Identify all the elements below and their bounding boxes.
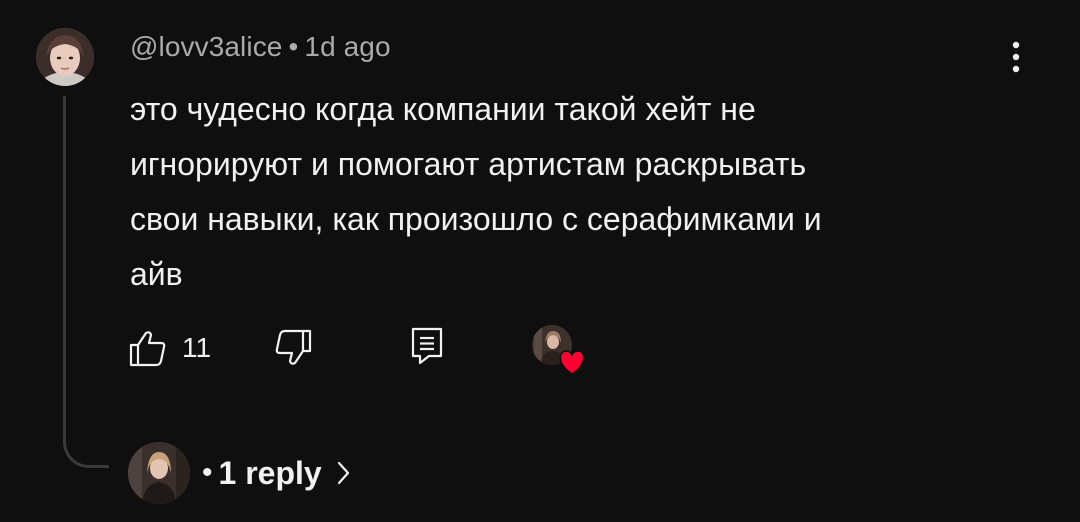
replies-count-label[interactable]: 1 reply <box>219 455 322 492</box>
reply-thread-line <box>63 96 109 468</box>
thumb-down-icon <box>275 329 312 365</box>
comment-text: это чудесно когда компании такой хейт не… <box>130 91 822 292</box>
reply-button[interactable] <box>410 326 444 366</box>
view-replies-button[interactable]: • 1 reply <box>128 442 352 504</box>
dislike-button[interactable] <box>273 328 313 368</box>
comment-meta: @lovv3alice • 1d ago <box>130 31 391 63</box>
thumb-up-icon <box>129 331 166 367</box>
more-vert-icon <box>1012 41 1020 73</box>
chevron-right-icon <box>337 461 349 485</box>
author-avatar-image <box>36 28 94 86</box>
replies-separator: • <box>202 456 213 489</box>
reply-avatar-image <box>128 442 190 504</box>
meta-separator: • <box>288 31 299 62</box>
creator-heart-badge <box>532 325 586 375</box>
heart-icon <box>559 350 585 375</box>
like-button[interactable]: 11 <box>128 328 211 368</box>
like-count: 11 <box>182 332 212 363</box>
more-options-button[interactable] <box>1002 37 1030 77</box>
author-handle[interactable]: @lovv3alice <box>130 31 282 62</box>
comment-time: 1d ago <box>304 31 391 62</box>
author-avatar[interactable] <box>36 28 94 86</box>
reply-author-avatar <box>128 442 190 504</box>
comment-reply-icon <box>411 327 443 365</box>
